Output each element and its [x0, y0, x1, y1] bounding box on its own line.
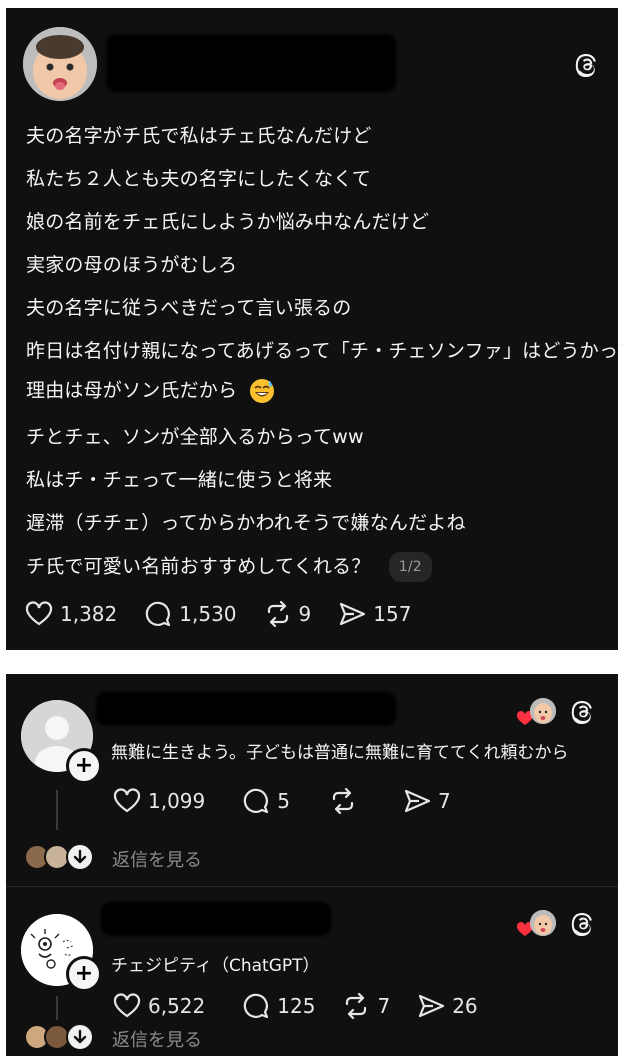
comment-button[interactable]: 5 [241, 786, 290, 816]
arrow-down-icon [73, 1029, 87, 1044]
comment-count: 5 [277, 789, 290, 813]
post-text-line: チ氏で可愛い名前おすすめしてくれる？ [26, 555, 371, 578]
like-count: 6,522 [148, 994, 206, 1018]
post-text-line: 夫の名字がチ氏で私はチェ氏なんだけど [26, 125, 372, 147]
reply-action-bar: 6,522 125 7 26 [112, 989, 504, 1023]
redacted-username [106, 34, 396, 92]
view-replies-link[interactable]: 返信を見る [112, 846, 202, 872]
comment-count: 125 [277, 994, 316, 1018]
comment-button[interactable]: 1,530 [143, 599, 237, 629]
like-count: 1,382 [60, 602, 118, 626]
expand-replies-button[interactable] [66, 843, 94, 871]
thread-connector-line [56, 996, 58, 1020]
follow-plus-button[interactable]: + [66, 748, 102, 784]
repost-icon [346, 992, 367, 1020]
comment-count: 1,530 [179, 602, 237, 626]
post-text-line: チとチェ、ソンが全部入るからってww [26, 426, 364, 448]
share-button[interactable]: 26 [416, 991, 478, 1021]
follow-plus-button[interactable]: + [66, 956, 102, 992]
arrow-down-icon [73, 849, 87, 864]
share-count: 157 [373, 602, 412, 626]
heart-icon [113, 993, 141, 1018]
like-button[interactable]: 1,382 [24, 599, 117, 629]
redacted-username [96, 692, 396, 726]
page-indicator-badge: 1/2 [388, 552, 432, 582]
liked-by-author-avatar [530, 698, 556, 724]
send-icon [404, 789, 431, 813]
post-text-line: 遅滞（チチェ）ってからかわれそうで嫌なんだよね [26, 512, 466, 534]
comment-bubble-icon [244, 993, 269, 1019]
post-text-line: 娘の名前をチェ氏にしようか悩み中なんだけど [26, 211, 430, 233]
send-icon [340, 602, 366, 626]
post-action-bar: 1,382 1,530 9 157 [24, 597, 437, 631]
share-count: 26 [452, 994, 478, 1018]
like-button[interactable]: 6,522 [112, 991, 205, 1021]
heart-icon [113, 788, 141, 813]
repost-count: 9 [298, 602, 312, 626]
post-text-line: 昨日は名付け親になってあげるって「チ・チェソンファ」はどうかって [26, 340, 624, 362]
replies-card: + 無難に生きよう。子どもは普通に無難に育ててくれ頼むから 1,099 5 7 … [6, 674, 618, 1056]
send-icon [419, 994, 445, 1018]
share-count: 7 [438, 789, 451, 813]
redacted-username [101, 902, 331, 936]
reply-divider [6, 886, 618, 887]
repost-icon [332, 787, 354, 815]
post-text-line-last: チ氏で可愛い名前おすすめしてくれる？ 1/2 [26, 552, 432, 582]
reply-text: チェジピティ（ChatGPT） [111, 956, 320, 976]
comment-bubble-icon [146, 601, 171, 627]
thread-connector-line [56, 790, 58, 830]
reply-action-bar: 1,099 5 7 [112, 784, 477, 818]
threads-logo-icon [569, 910, 597, 938]
like-button[interactable]: 1,099 [112, 786, 205, 816]
view-replies-link[interactable]: 返信を見る [112, 1026, 202, 1052]
post-text-line: 夫の名字に従うべきだって言い張るの [26, 297, 352, 319]
expand-replies-button[interactable] [66, 1023, 94, 1051]
threads-logo-icon [569, 698, 597, 726]
repost-button[interactable]: 7 [341, 991, 390, 1021]
repost-count: 7 [377, 994, 391, 1018]
reply-text: 無難に生きよう。子どもは普通に無難に育ててくれ頼むから [111, 743, 569, 763]
post-text-line-with-emoji: 理由は母がソン氏だから [26, 378, 275, 404]
post-text-line: 理由は母がソン氏だから [26, 379, 238, 402]
comment-bubble-icon [244, 788, 269, 814]
threads-logo-icon [573, 51, 601, 79]
post-text-line: 実家の母のほうがむしろ [26, 254, 238, 276]
original-post-card: 夫の名字がチ氏で私はチェ氏なんだけど 私たち２人とも夫の名字にしたくなくて 娘の… [6, 8, 624, 650]
comment-button[interactable]: 125 [241, 991, 315, 1021]
like-count: 1,099 [148, 789, 206, 813]
post-text-line: 私はチ・チェって一緒に使うと将来 [26, 469, 333, 491]
repost-icon [267, 600, 288, 628]
sweat-smile-emoji-icon [249, 378, 275, 404]
repost-button[interactable] [328, 786, 364, 816]
liked-by-author-avatar [530, 910, 556, 936]
repost-button[interactable]: 9 [263, 599, 312, 629]
share-button[interactable]: 7 [402, 786, 451, 816]
author-avatar[interactable] [23, 27, 97, 101]
post-text-line: 私たち２人とも夫の名字にしたくなくて [26, 168, 372, 190]
share-button[interactable]: 157 [337, 599, 411, 629]
heart-icon [25, 601, 53, 626]
